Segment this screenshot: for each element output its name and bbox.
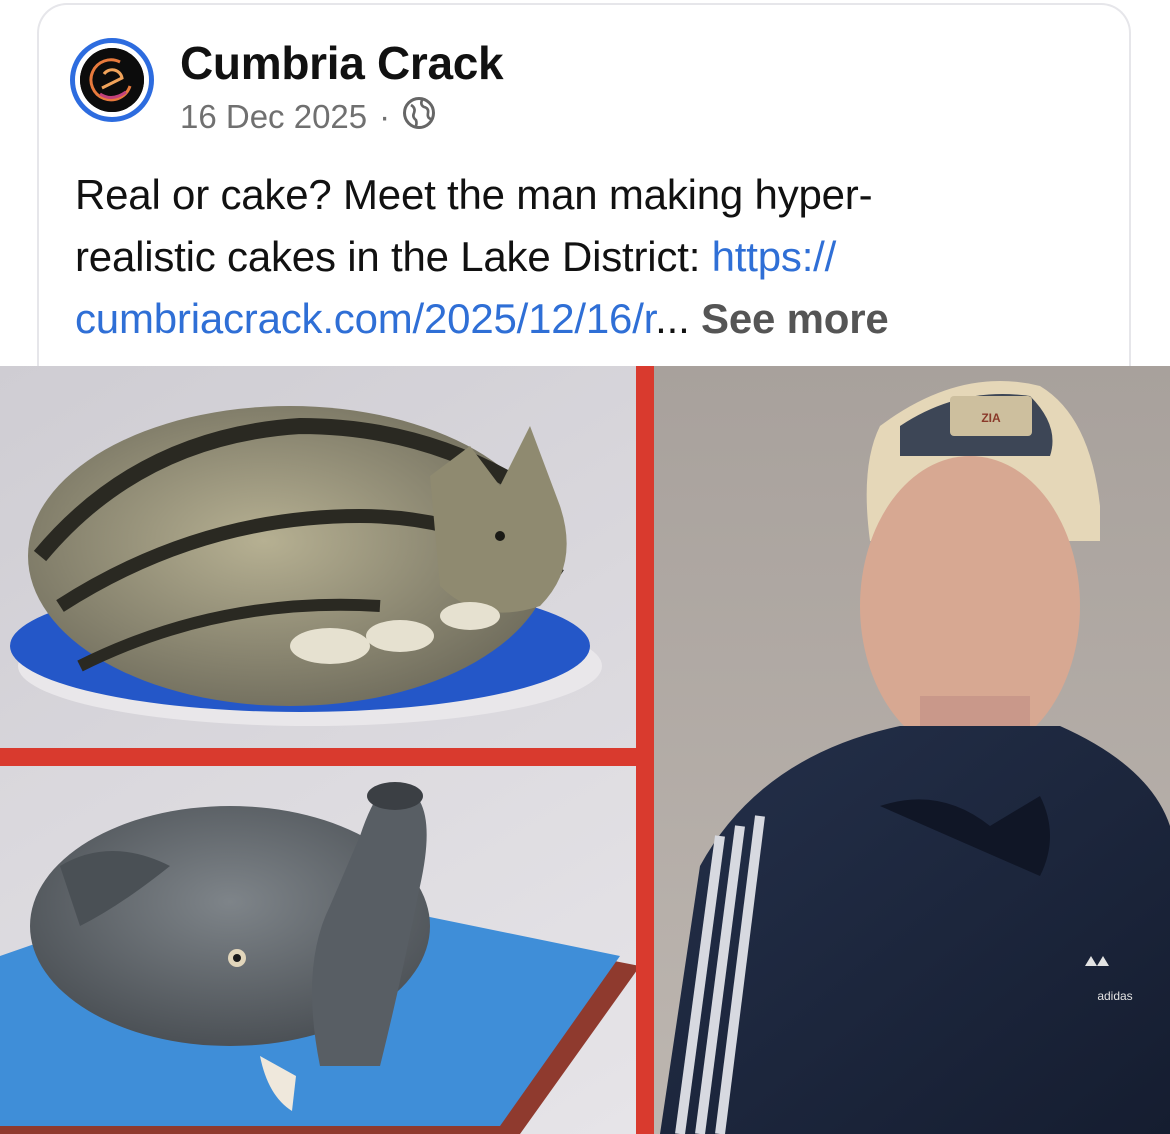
post-image[interactable]: ZIA adidas — [0, 366, 1170, 1134]
facebook-post: Cumbria Crack 16 Dec 2025 · Real or cake… — [0, 0, 1170, 1134]
article-link-part-2[interactable]: cumbriacrack.com/2025/12/16/r — [75, 295, 655, 342]
post-date[interactable]: 16 Dec 2025 — [180, 98, 367, 136]
cap-patch-text: ZIA — [981, 411, 1001, 425]
post-text-line-2: realistic cakes in the Lake District: ht… — [75, 226, 1095, 288]
avatar-logo-icon — [80, 48, 144, 112]
globe-icon[interactable] — [402, 96, 436, 138]
post-text-line-3: cumbriacrack.com/2025/12/16/r... See mor… — [75, 288, 1095, 350]
cat-cake-photo — [0, 366, 636, 748]
see-more-link[interactable]: See more — [701, 295, 889, 342]
post-meta: 16 Dec 2025 · — [180, 97, 436, 137]
collage-divider-horizontal — [0, 748, 654, 766]
post-text-plain: realistic cakes in the Lake District: — [75, 233, 712, 280]
page-name-link[interactable]: Cumbria Crack — [180, 36, 504, 90]
text-ellipsis: ... — [655, 295, 702, 342]
elephant-cake-photo — [0, 766, 640, 1134]
article-link-part-1[interactable]: https:// — [712, 233, 837, 280]
jacket-logo-text: adidas — [1097, 989, 1132, 1003]
post-text-line-1: Real or cake? Meet the man making hyper- — [75, 171, 873, 218]
man-portrait-photo: ZIA adidas — [654, 366, 1170, 1134]
post-message: Real or cake? Meet the man making hyper-… — [75, 164, 1095, 350]
meta-separator: · — [379, 98, 391, 135]
page-avatar[interactable] — [70, 38, 154, 122]
